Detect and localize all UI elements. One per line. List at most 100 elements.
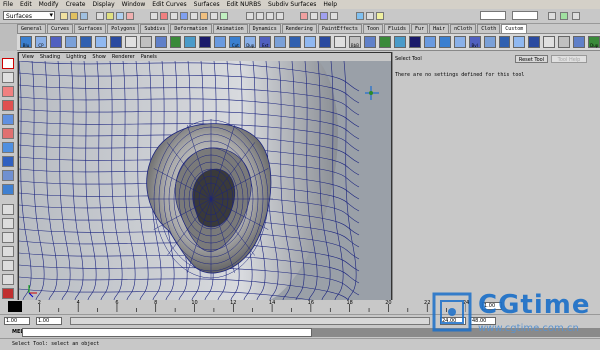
rotate-tool-icon[interactable]	[2, 114, 14, 125]
range-slider-bar[interactable]	[70, 317, 430, 325]
shelf-button-icon[interactable]	[64, 36, 77, 48]
shelf-tab-cloth[interactable]: Cloth	[477, 24, 501, 33]
time-slider-track[interactable]: 2 4 6 8 10 12 14 16 18 20 22 24	[20, 300, 469, 312]
viewport-panel[interactable]: View Shading Lighting Show Renderer Panels	[18, 52, 392, 302]
render-globals-icon[interactable]	[376, 12, 384, 20]
shelf-button-icon[interactable]	[304, 36, 317, 48]
shelf-tab-ncloth[interactable]: nCloth	[450, 24, 477, 33]
shelf-button-icon[interactable]: CP	[34, 36, 47, 48]
menu-window[interactable]: Window	[122, 1, 146, 8]
mask-icon-7[interactable]	[210, 12, 218, 20]
shelf-button-icon[interactable]	[423, 36, 436, 48]
shelf-button-icon[interactable]	[184, 36, 197, 48]
shelf-button-icon[interactable]	[528, 36, 541, 48]
ipr-render-icon[interactable]	[366, 12, 374, 20]
shelf-button-icon[interactable]	[94, 36, 107, 48]
shelf-button-icon[interactable]	[169, 36, 182, 48]
shelf-tab-painteffects[interactable]: PaintEffects	[317, 24, 362, 33]
shelf-button-icon[interactable]: Blu	[20, 36, 32, 48]
animation-start-field[interactable]: 1.00	[4, 317, 30, 325]
shelf-button-icon[interactable]	[543, 36, 556, 48]
shelf-button-icon[interactable]	[154, 36, 167, 48]
shelf-button-icon[interactable]	[289, 36, 302, 48]
snap-point-icon[interactable]	[266, 12, 274, 20]
select-tool-icon[interactable]	[2, 58, 14, 69]
construction-history-icon[interactable]	[330, 12, 338, 20]
shelf-button-icon[interactable]	[109, 36, 122, 48]
shelf-tab-curves[interactable]: Curves	[47, 24, 74, 33]
shelf-tab-polygons[interactable]: Polygons	[107, 24, 140, 33]
shelf-button-icon[interactable]	[498, 36, 511, 48]
soft-mod-icon[interactable]	[2, 156, 14, 167]
shelf-button-icon[interactable]	[124, 36, 137, 48]
open-scene-icon[interactable]	[70, 12, 78, 20]
shelf-button-icon[interactable]	[363, 36, 376, 48]
panel-menu-panels[interactable]: Panels	[141, 54, 157, 60]
shelf-tab-dynamics[interactable]: Dynamics	[248, 24, 281, 33]
shelf-button-icon[interactable]	[334, 36, 346, 48]
shelf-tab-fluids[interactable]: Fluids	[383, 24, 411, 33]
shelf-button-icon[interactable]	[139, 36, 152, 48]
attribute-editor-icon[interactable]	[548, 12, 556, 20]
channel-box-icon[interactable]	[572, 12, 580, 20]
panel-menu-renderer[interactable]: Renderer	[112, 54, 135, 60]
snap-curve-icon[interactable]	[256, 12, 264, 20]
paint-select-icon[interactable]	[2, 86, 14, 97]
show-manipulator-icon[interactable]	[2, 170, 14, 181]
panel-menu-lighting[interactable]: Lighting	[66, 54, 86, 60]
menu-set-select[interactable]: Surfaces	[3, 11, 55, 20]
shelf-button-icon[interactable]	[513, 36, 526, 48]
shelf-button-icon[interactable]	[558, 36, 571, 48]
panel-menu-view[interactable]: View	[22, 54, 34, 60]
menu-file[interactable]: File	[3, 1, 13, 8]
shelf-tab-general[interactable]: General	[17, 24, 47, 33]
hypershade-layout-icon[interactable]	[2, 260, 14, 271]
shelf-button-icon[interactable]: Ext	[259, 36, 272, 48]
shelf-tab-toon[interactable]: Toon	[362, 24, 383, 33]
perspective-outliner-layout-icon[interactable]	[2, 232, 14, 243]
menu-subdiv-surfaces[interactable]: Subdiv Surfaces	[268, 1, 316, 8]
shelf-button-icon[interactable]: Dup	[588, 36, 600, 48]
shelf-button-icon[interactable]	[274, 36, 287, 48]
move-tool-icon[interactable]	[2, 100, 14, 111]
select-by-object-icon[interactable]	[116, 12, 124, 20]
shelf-button-icon[interactable]	[483, 36, 496, 48]
input-icon[interactable]	[310, 12, 318, 20]
four-view-layout-icon[interactable]	[2, 218, 14, 229]
lasso-tool-icon[interactable]	[2, 72, 14, 83]
shelf-button-icon[interactable]	[199, 36, 212, 48]
mask-icon-2[interactable]	[160, 12, 168, 20]
numeric-input-field-2[interactable]	[512, 11, 538, 20]
select-by-hierarchy-icon[interactable]	[106, 12, 114, 20]
save-scene-icon[interactable]	[80, 12, 88, 20]
shelf-tab-hair[interactable]: Hair	[429, 24, 450, 33]
menu-modify[interactable]: Modify	[39, 1, 59, 8]
tool-help-button[interactable]: Tool Help	[551, 55, 587, 63]
shelf-button-icon[interactable]: BbB	[348, 36, 361, 48]
panel-menu-show[interactable]: Show	[92, 54, 106, 60]
shelf-button-icon[interactable]: Dup	[244, 36, 257, 48]
select-by-component-icon[interactable]	[126, 12, 134, 20]
single-perspective-layout-icon[interactable]	[2, 204, 14, 215]
shelf-button-icon[interactable]	[393, 36, 406, 48]
menu-display[interactable]: Display	[93, 1, 115, 8]
menu-edit[interactable]: Edit	[20, 1, 32, 8]
output-icon[interactable]	[320, 12, 328, 20]
shelf-button-icon[interactable]: Cut	[229, 36, 242, 48]
mask-icon-3[interactable]	[170, 12, 178, 20]
playback-start-field[interactable]: 1.00	[36, 317, 62, 325]
perspective-graph-layout-icon[interactable]	[2, 246, 14, 257]
shelf-tab-fur[interactable]: Fur	[411, 24, 429, 33]
shelf-tab-subdivs[interactable]: Subdivs	[140, 24, 170, 33]
numeric-input-field[interactable]	[480, 11, 506, 20]
menu-edit-nurbs[interactable]: Edit NURBS	[227, 1, 261, 8]
shelf-button-icon[interactable]	[453, 36, 466, 48]
selection-mask-icon[interactable]	[96, 12, 104, 20]
shelf-tab-custom[interactable]: Custom	[501, 24, 528, 33]
shelf-button-icon[interactable]	[214, 36, 227, 48]
outliner-layout-icon[interactable]	[2, 274, 14, 285]
shelf-button-icon[interactable]	[79, 36, 92, 48]
snap-grid-icon[interactable]	[246, 12, 254, 20]
mask-icon-4[interactable]	[180, 12, 188, 20]
shelf-button-icon[interactable]: Bvl	[468, 36, 481, 48]
